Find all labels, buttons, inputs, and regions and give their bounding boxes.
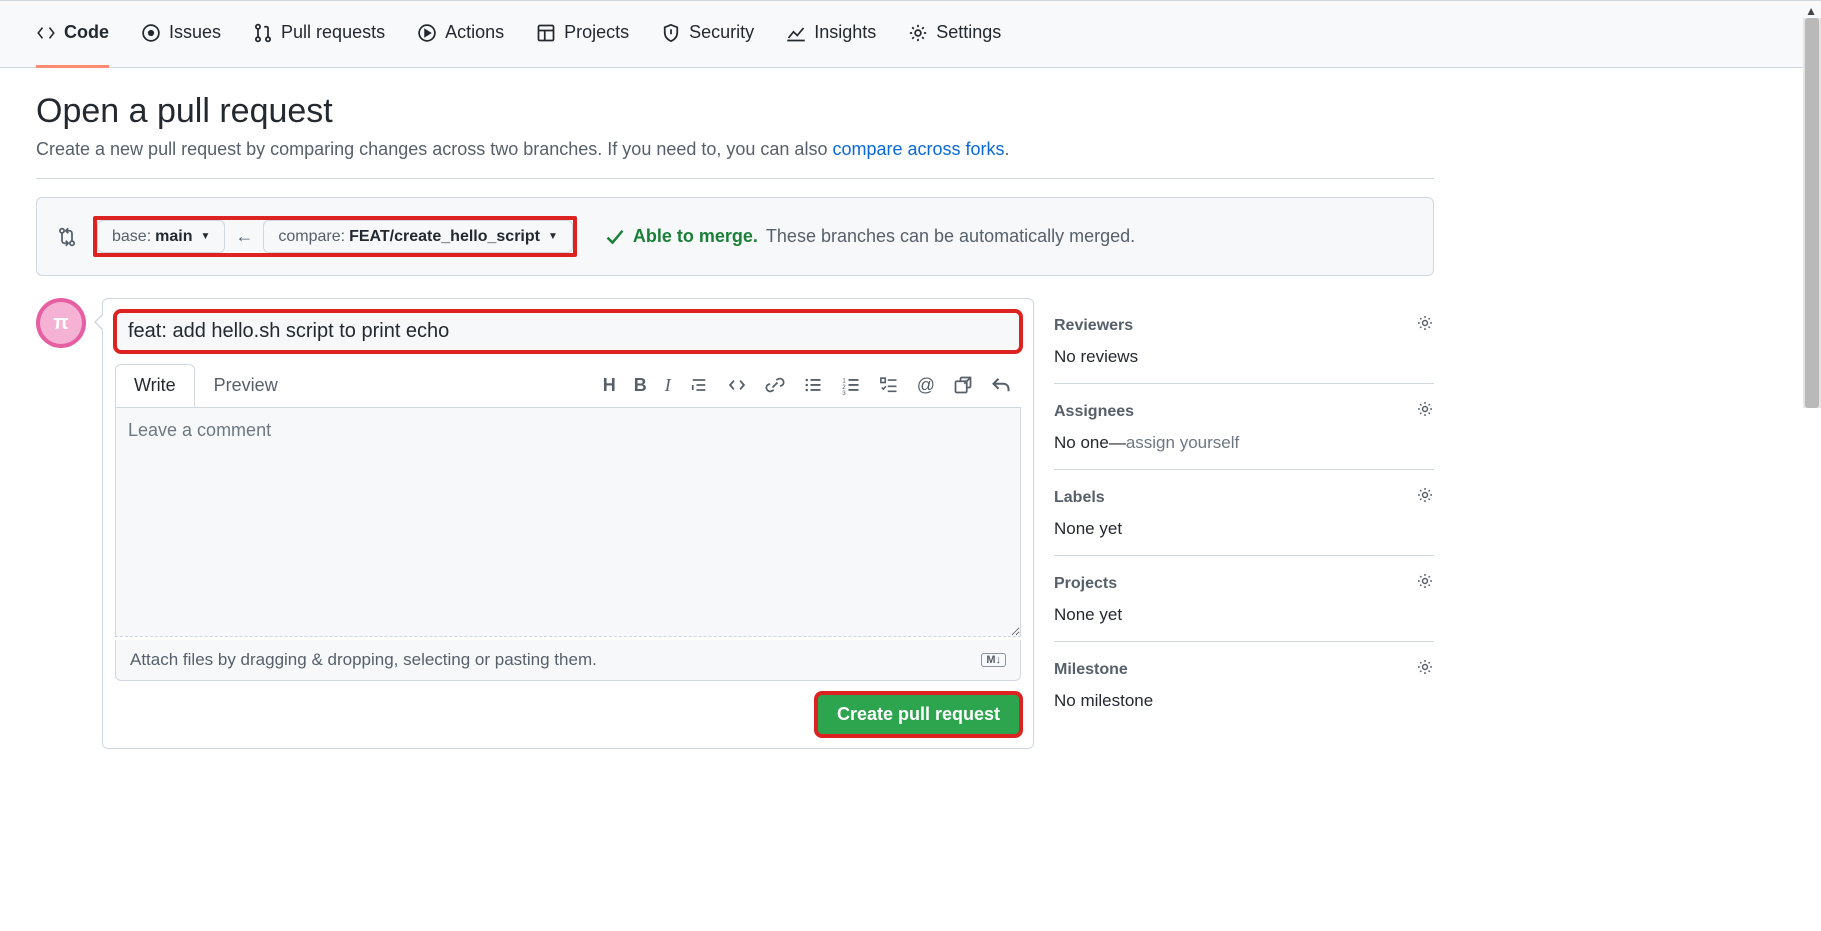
code-icon: [36, 23, 56, 43]
compare-box: base: main ▼ ← compare: FEAT/create_hell…: [36, 197, 1434, 276]
unordered-list-icon[interactable]: [803, 375, 823, 396]
page-title: Open a pull request: [36, 92, 1434, 131]
code-icon[interactable]: [727, 375, 747, 396]
caret-down-icon: ▼: [200, 231, 210, 242]
sidebar-projects: Projects None yet: [1054, 556, 1434, 642]
tab-write[interactable]: Write: [115, 364, 195, 407]
compare-value: FEAT/create_hello_script: [349, 228, 540, 246]
tab-settings[interactable]: Settings: [908, 0, 1001, 68]
heading-icon[interactable]: H: [603, 375, 616, 396]
cross-reference-icon[interactable]: [953, 375, 973, 396]
tab-code[interactable]: Code: [36, 0, 109, 68]
arrow-left-icon: ←: [225, 220, 263, 253]
gear-icon: [908, 23, 928, 43]
tab-pulls-label: Pull requests: [281, 22, 385, 43]
sidebar-labels: Labels None yet: [1054, 470, 1434, 556]
issue-icon: [141, 23, 161, 43]
pr-comment-textarea[interactable]: [115, 407, 1021, 637]
gear-icon[interactable]: [1416, 572, 1434, 595]
gear-icon[interactable]: [1416, 314, 1434, 337]
base-label: base:: [112, 228, 151, 246]
gear-icon[interactable]: [1416, 658, 1434, 681]
sidebar: Reviewers No reviews Assignees No one—as…: [1054, 298, 1434, 749]
milestone-title: Milestone: [1054, 661, 1128, 679]
caret-down-icon: ▼: [548, 231, 558, 242]
assignees-title: Assignees: [1054, 403, 1134, 421]
create-pull-request-button[interactable]: Create pull request: [816, 693, 1021, 736]
tab-pull-requests[interactable]: Pull requests: [253, 0, 385, 68]
base-branch-button[interactable]: base: main ▼: [97, 220, 225, 253]
reviewers-body: No reviews: [1054, 347, 1434, 367]
sidebar-milestone: Milestone No milestone: [1054, 642, 1434, 727]
tab-code-label: Code: [64, 22, 109, 43]
gear-icon[interactable]: [1416, 486, 1434, 509]
sidebar-reviewers: Reviewers No reviews: [1054, 298, 1434, 384]
highlight-branches: base: main ▼ ← compare: FEAT/create_hell…: [93, 216, 577, 257]
assign-yourself-link[interactable]: assign yourself: [1126, 433, 1239, 452]
attach-row[interactable]: Attach files by dragging & dropping, sel…: [115, 640, 1021, 681]
svg-text:3: 3: [842, 390, 846, 395]
compare-forks-link[interactable]: compare across forks: [832, 139, 1004, 159]
subtitle-text: Create a new pull request by comparing c…: [36, 139, 832, 159]
scroll-up-arrow[interactable]: ▲: [1805, 4, 1817, 18]
projects-title: Projects: [1054, 575, 1117, 593]
sidebar-assignees: Assignees No one—assign yourself: [1054, 384, 1434, 470]
bold-icon[interactable]: B: [634, 375, 647, 396]
tab-preview[interactable]: Preview: [195, 364, 297, 407]
base-value: main: [155, 228, 192, 246]
merge-status: Able to merge. These branches can be aut…: [605, 226, 1135, 247]
reply-icon[interactable]: [991, 375, 1011, 396]
attach-hint: Attach files by dragging & dropping, sel…: [130, 650, 597, 670]
tab-projects-label: Projects: [564, 22, 629, 43]
pr-title-input[interactable]: [115, 311, 1021, 352]
tab-projects[interactable]: Projects: [536, 0, 629, 68]
task-list-icon[interactable]: [879, 375, 899, 396]
tab-settings-label: Settings: [936, 22, 1001, 43]
play-circle-icon: [417, 23, 437, 43]
scrollbar-track[interactable]: [1803, 18, 1821, 408]
avatar[interactable]: π: [36, 298, 86, 348]
merge-ok-text: Able to merge.: [633, 226, 758, 247]
tab-security-label: Security: [689, 22, 754, 43]
tab-security[interactable]: Security: [661, 0, 754, 68]
italic-icon[interactable]: I: [665, 375, 671, 396]
labels-title: Labels: [1054, 489, 1105, 507]
projects-body: None yet: [1054, 605, 1434, 625]
labels-body: None yet: [1054, 519, 1434, 539]
tab-actions-label: Actions: [445, 22, 504, 43]
assignees-body: No one—assign yourself: [1054, 433, 1434, 453]
markdown-badge-icon[interactable]: M↓: [981, 653, 1006, 667]
subtitle-dot: .: [1005, 139, 1010, 159]
scrollbar-thumb[interactable]: [1805, 18, 1819, 408]
check-icon: [605, 227, 625, 247]
ordered-list-icon[interactable]: 123: [841, 375, 861, 396]
git-compare-icon: [57, 227, 77, 247]
tab-issues-label: Issues: [169, 22, 221, 43]
compare-label: compare:: [278, 228, 345, 246]
mention-icon[interactable]: @: [917, 375, 935, 396]
compare-branch-button[interactable]: compare: FEAT/create_hello_script ▼: [263, 220, 573, 253]
editor-tabs: Write Preview H B I 123 @: [103, 364, 1033, 407]
tab-issues[interactable]: Issues: [141, 0, 221, 68]
merge-rest-text: These branches can be automatically merg…: [766, 226, 1135, 247]
table-icon: [536, 23, 556, 43]
pull-request-icon: [253, 23, 273, 43]
shield-icon: [661, 23, 681, 43]
editor-toolbar: H B I 123 @: [603, 375, 1021, 396]
gear-icon[interactable]: [1416, 400, 1434, 423]
tab-insights-label: Insights: [814, 22, 876, 43]
quote-icon[interactable]: [689, 375, 709, 396]
reviewers-title: Reviewers: [1054, 317, 1133, 335]
tab-actions[interactable]: Actions: [417, 0, 504, 68]
tab-insights[interactable]: Insights: [786, 0, 876, 68]
divider: [36, 178, 1434, 179]
link-icon[interactable]: [765, 375, 785, 396]
repo-nav: Code Issues Pull requests Actions Projec…: [0, 0, 1821, 68]
assignees-text: No one—: [1054, 433, 1126, 452]
page-subtitle: Create a new pull request by comparing c…: [36, 139, 1434, 160]
milestone-body: No milestone: [1054, 691, 1434, 711]
graph-icon: [786, 23, 806, 43]
comment-box: Write Preview H B I 123 @: [102, 298, 1034, 749]
